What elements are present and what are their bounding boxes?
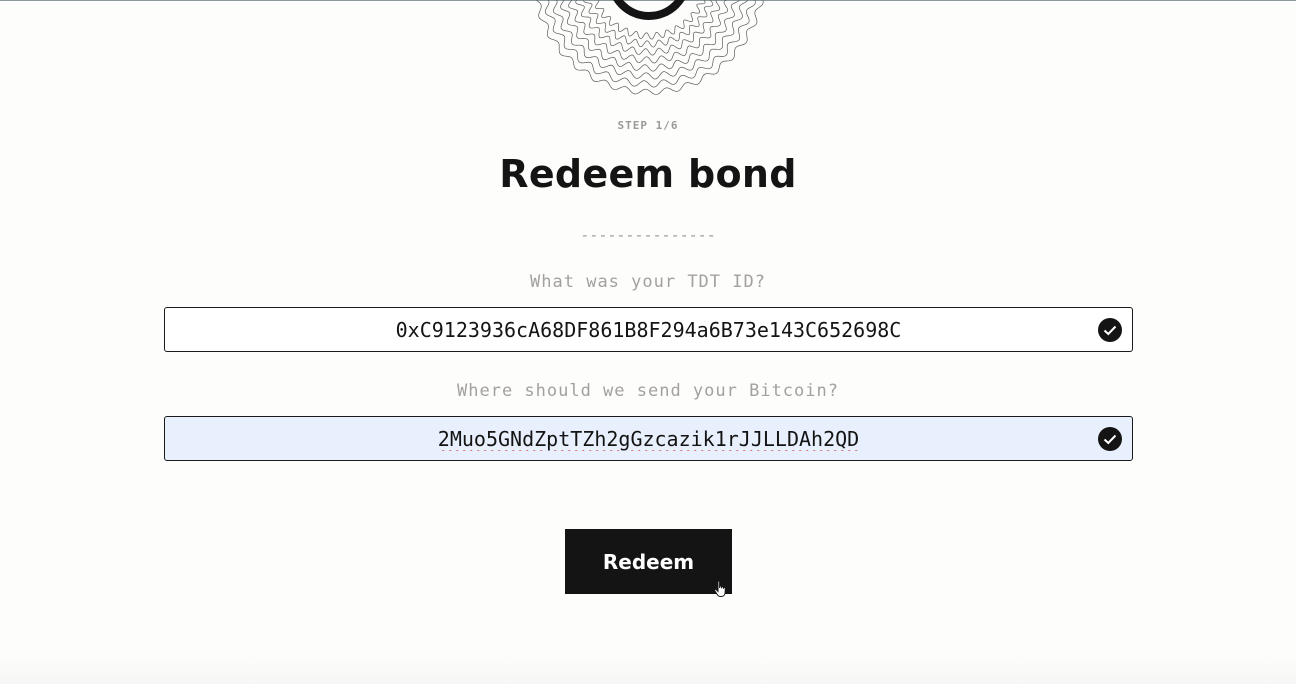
bitcoin-address-input[interactable] <box>165 417 1132 460</box>
title-divider: --------------- <box>580 226 716 244</box>
bottom-shade <box>0 654 1296 684</box>
check-circle-icon <box>1098 427 1122 451</box>
check-circle-icon <box>1098 318 1122 342</box>
page-title: Redeem bond <box>499 152 797 196</box>
redeem-button[interactable]: Redeem <box>565 529 732 594</box>
bitcoin-address-label: Where should we send your Bitcoin? <box>457 381 839 401</box>
bitcoin-address-field-wrapper <box>164 416 1133 461</box>
tdt-id-label: What was your TDT ID? <box>530 272 766 292</box>
tdt-id-input[interactable] <box>165 308 1132 351</box>
step-indicator: STEP 1/6 <box>617 119 679 132</box>
tdt-id-field-wrapper <box>164 307 1133 352</box>
guilloche-emblem-icon <box>535 0 764 95</box>
